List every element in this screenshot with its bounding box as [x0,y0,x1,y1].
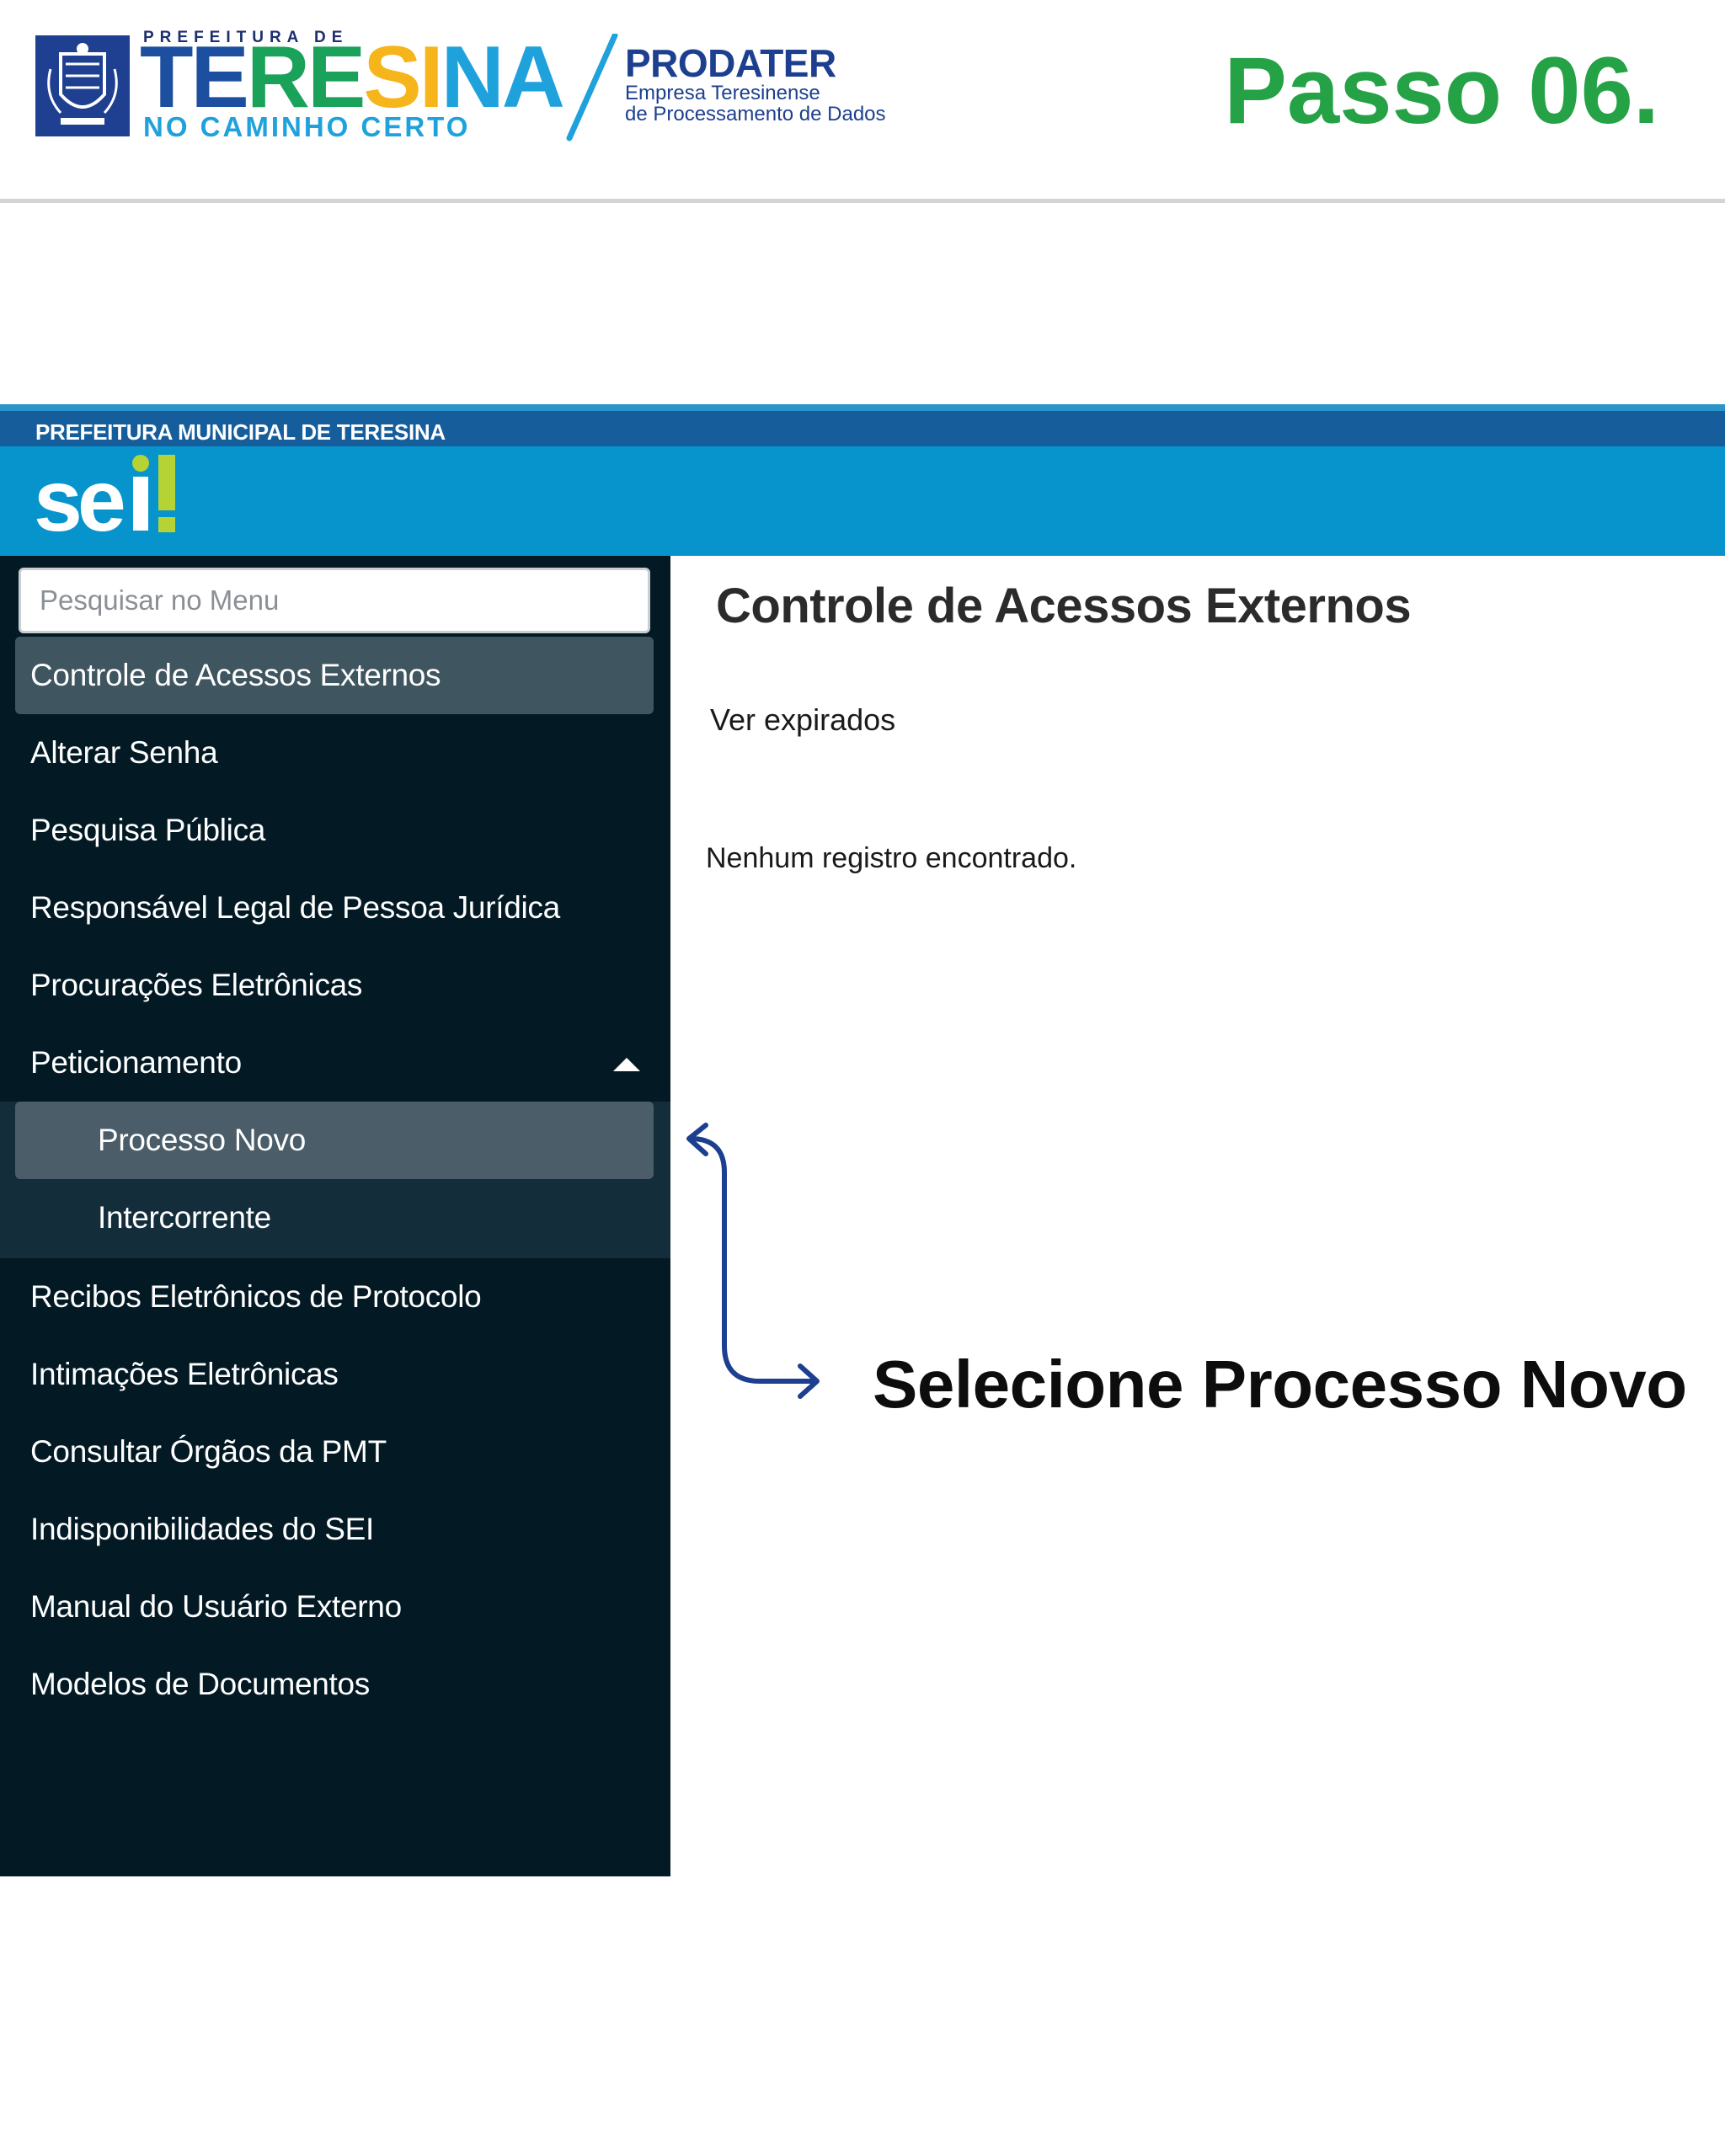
menu-item-controle-acessos[interactable]: Controle de Acessos Externos [15,637,654,714]
slash-divider-icon [566,34,618,141]
menu-item-intimacoes[interactable]: Intimações Eletrônicas [0,1336,670,1413]
empty-message: Nenhum registro encontrado. [706,842,1077,874]
menu-item-alterar-senha[interactable]: Alterar Senha [0,714,670,792]
menu-item-recibos[interactable]: Recibos Eletrônicos de Protocolo [0,1258,670,1336]
submenu-item-processo-novo[interactable]: Processo Novo [15,1102,654,1179]
page-title: Controle de Acessos Externos [716,579,1412,633]
menu-item-peticionamento[interactable]: Peticionamento [0,1024,670,1102]
menu-item-manual[interactable]: Manual do Usuário Externo [0,1568,670,1646]
prodater-subtitle: Empresa Teresinense de Processamento de … [625,83,886,125]
header-divider [0,199,1725,203]
slogan: NO CAMINHO CERTO [143,111,471,142]
sei-top-line [0,404,1725,411]
menu-item-responsavel-legal[interactable]: Responsável Legal de Pessoa Jurídica [0,869,670,947]
sei-logo-icon[interactable]: se [34,451,185,544]
menu-item-pesquisa-publica[interactable]: Pesquisa Pública [0,792,670,869]
menu-item-indisponibilidades[interactable]: Indisponibilidades do SEI [0,1491,670,1568]
sei-header [0,446,1725,556]
ver-expirados-link[interactable]: Ver expirados [710,702,895,738]
menu-item-procuracoes[interactable]: Procurações Eletrônicas [0,947,670,1024]
menu-item-modelos[interactable]: Modelos de Documentos [0,1646,670,1723]
menu-item-consultar-orgaos[interactable]: Consultar Órgãos da PMT [0,1413,670,1491]
branding-banner: PREFEITURA DE TERESINA NO CAMINHO CERTO … [0,0,1725,200]
caret-up-icon[interactable] [613,1058,640,1071]
submenu-item-intercorrente[interactable]: Intercorrente [0,1179,670,1257]
search-menu-input[interactable] [19,568,650,633]
double-arrow-icon [686,1123,820,1399]
prodater-logo: PRODATER [625,41,836,85]
svg-text:se: se [34,452,124,544]
step-title: Passo 06. [1224,38,1659,143]
prodater-subtitle-line-2: de Processamento de Dados [625,103,886,125]
sei-org-name: PREFEITURA MUNICIPAL DE TERESINA [35,419,446,445]
teresina-wordmark: TERESINA [140,34,565,121]
callout-text: Selecione Processo Novo [873,1347,1687,1422]
coat-of-arms-icon [35,35,130,136]
prodater-subtitle-line-1: Empresa Teresinense [625,82,820,104]
